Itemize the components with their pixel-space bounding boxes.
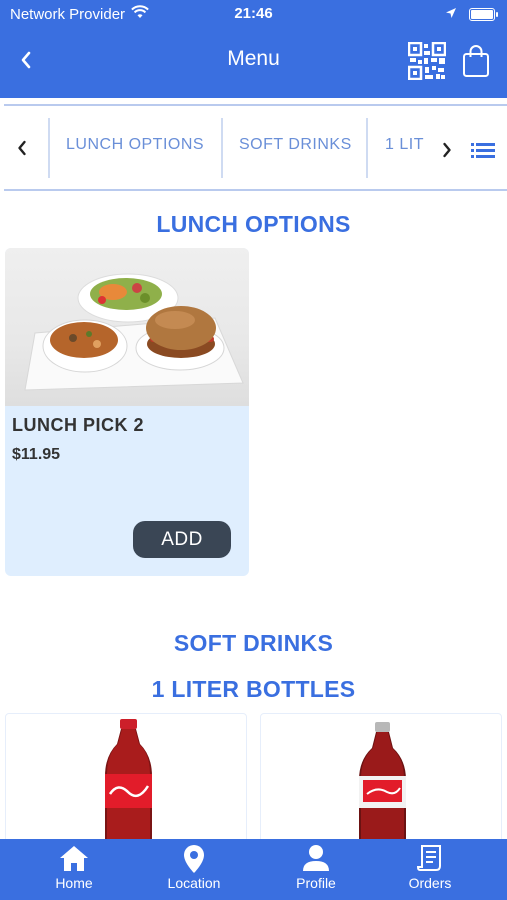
status-right: [445, 6, 498, 23]
profile-icon: [303, 845, 329, 871]
product-card[interactable]: LUNCH PICK 2 $11.95 ADD: [5, 248, 249, 576]
category-list-button[interactable]: [471, 140, 495, 160]
location-arrow-icon: [445, 6, 457, 23]
location-pin-icon: [184, 845, 204, 873]
nav-profile-label: Profile: [296, 875, 336, 891]
section-title-1-liter-bottles: 1 LITER BOTTLES: [151, 676, 356, 702]
qr-code-icon: [407, 41, 447, 81]
tab-divider: [221, 118, 223, 178]
coke-bottle-image: [359, 722, 406, 852]
tab-lunch-options[interactable]: LUNCH OPTIONS: [66, 136, 204, 154]
category-tab-bar: LUNCH OPTIONS SOFT DRINKS 1 LIT: [4, 104, 507, 191]
nav-row: Menu: [0, 38, 507, 82]
cart-button[interactable]: [462, 44, 490, 78]
shopping-bag-icon: [463, 45, 489, 77]
tabs-prev-button[interactable]: [12, 136, 32, 160]
status-time: 21:46: [234, 5, 273, 22]
home-icon: [60, 846, 88, 871]
product-name: LUNCH PICK 2: [12, 415, 145, 435]
app-header: Network Provider 21:46 Menu: [0, 0, 507, 98]
nav-home[interactable]: Home: [24, 839, 124, 900]
orders-receipt-icon: [417, 845, 441, 871]
tab-soft-drinks[interactable]: SOFT DRINKS: [239, 136, 352, 154]
product-price: $11.95: [12, 446, 61, 463]
product-card-coca-cola[interactable]: [5, 713, 247, 853]
nav-home-label: Home: [55, 875, 93, 891]
status-bar: Network Provider 21:46: [0, 0, 507, 28]
nav-profile[interactable]: Profile: [266, 839, 366, 900]
bottom-navigation: Home Location Profile Orders: [0, 839, 507, 900]
tab-divider: [48, 118, 50, 178]
menu-screen: Network Provider 21:46 Menu LUNCH OPTION…: [0, 0, 507, 900]
chevron-left-icon: [18, 140, 26, 156]
product-image: [5, 248, 249, 406]
nav-location[interactable]: Location: [144, 839, 244, 900]
section-title-soft-drinks: SOFT DRINKS: [173, 630, 334, 656]
section-title-lunch: LUNCH OPTIONS: [156, 211, 351, 237]
nav-orders[interactable]: Orders: [380, 839, 480, 900]
add-to-cart-button[interactable]: ADD: [133, 521, 231, 558]
chevron-right-icon: [443, 142, 451, 158]
list-icon: [471, 143, 495, 158]
tab-divider: [366, 118, 368, 178]
coca-cola-bottle-image: [105, 719, 152, 852]
product-card-coke[interactable]: [260, 713, 502, 853]
tab-1-liter-bottles[interactable]: 1 LIT: [385, 136, 431, 154]
tabs-next-button[interactable]: [437, 138, 457, 162]
nav-orders-label: Orders: [408, 875, 452, 891]
battery-icon: [469, 8, 498, 21]
qr-code-button[interactable]: [407, 41, 447, 81]
nav-location-label: Location: [167, 875, 221, 891]
